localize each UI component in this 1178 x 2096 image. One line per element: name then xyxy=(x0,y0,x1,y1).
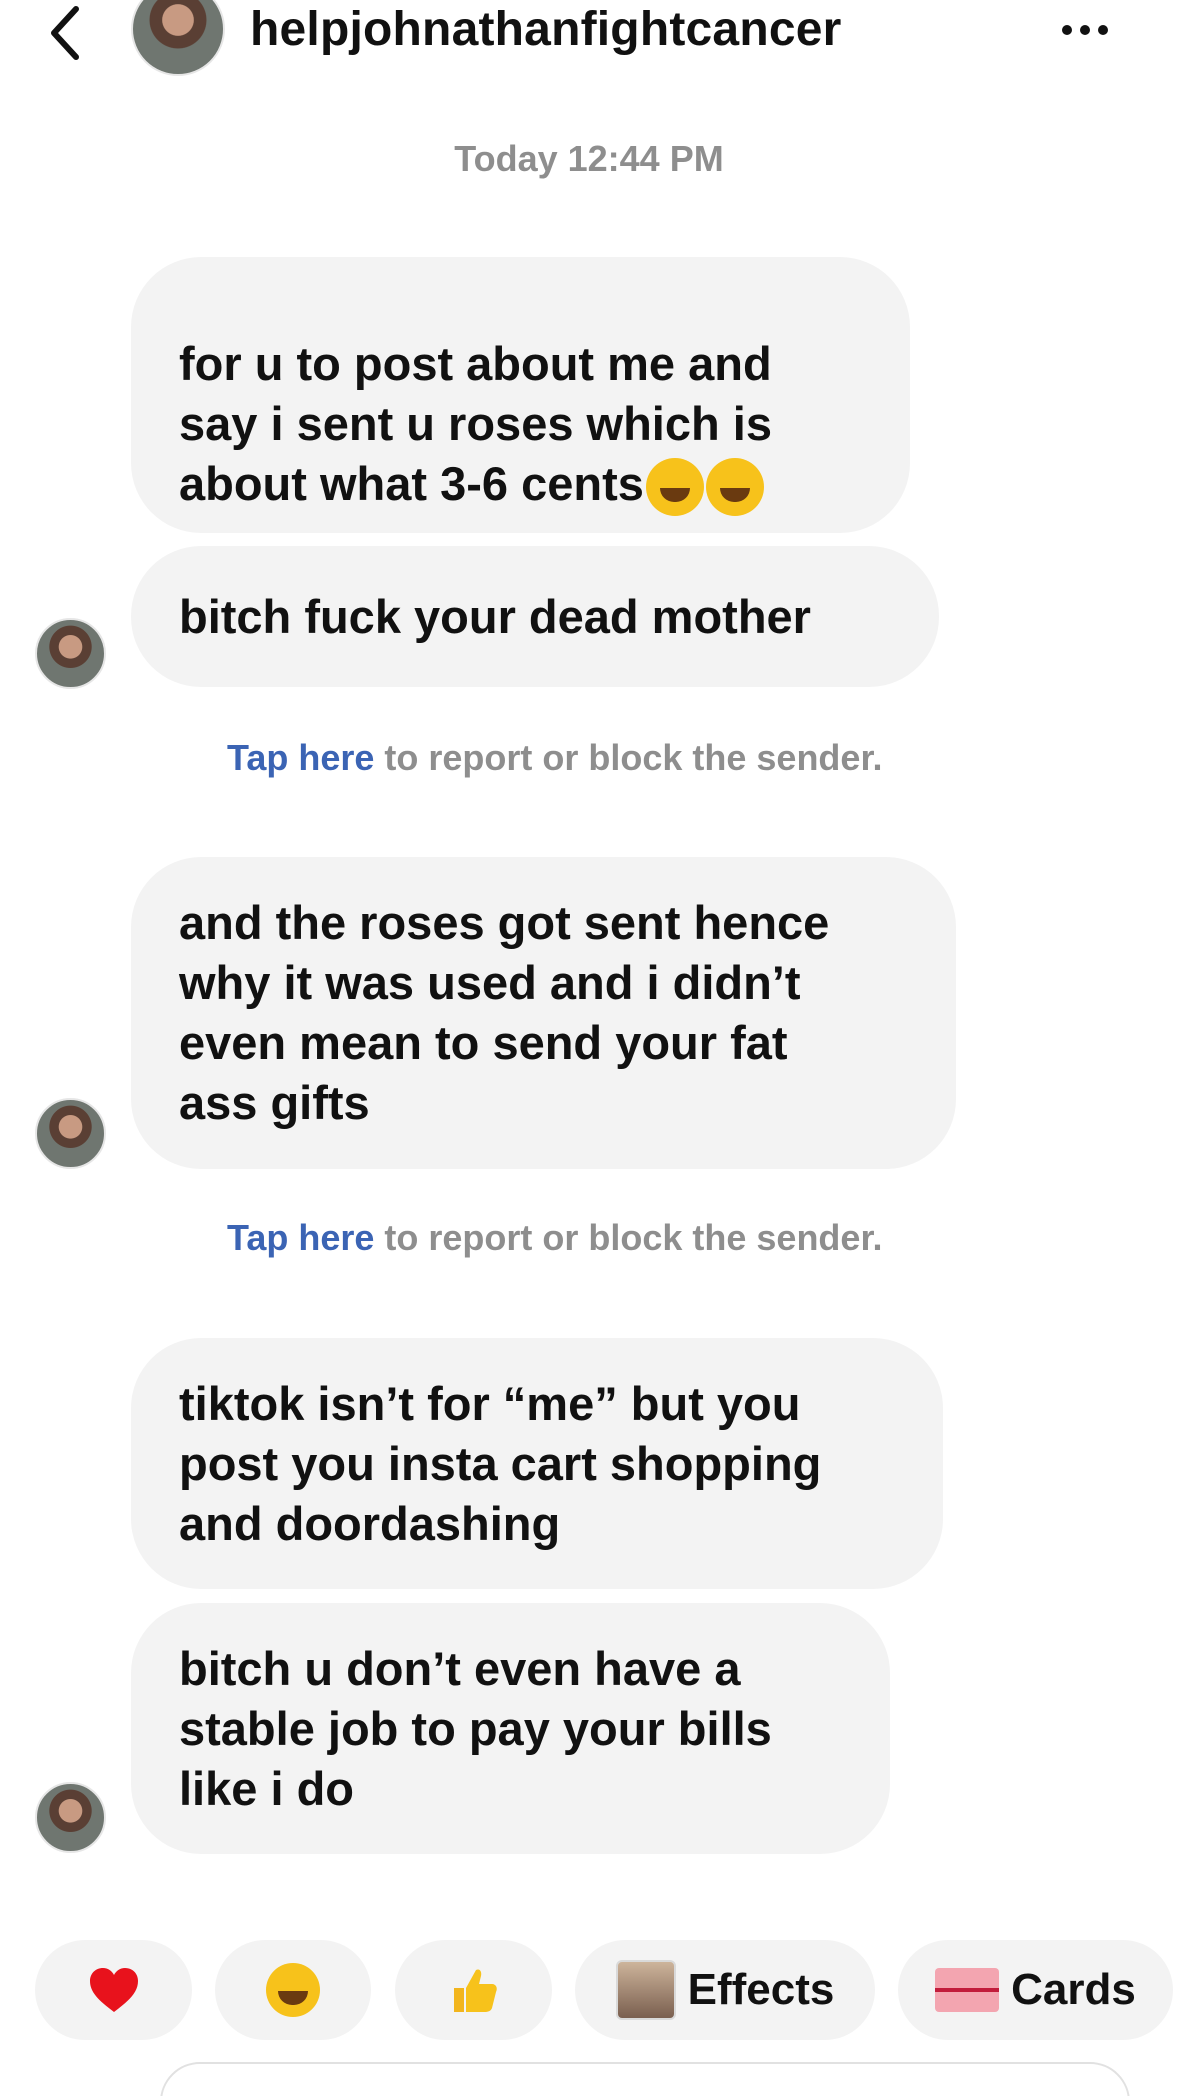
rofl-emoji-icon xyxy=(645,458,704,517)
heart-icon xyxy=(89,1968,138,2012)
gift-card-icon xyxy=(935,1968,1000,2012)
message-bubble[interactable]: bitch u don’t even have a stable job to … xyxy=(131,1603,890,1854)
message-bubble[interactable]: and the roses got sent hence why it was … xyxy=(131,857,956,1169)
report-text: to report or block the sender. xyxy=(374,737,883,778)
message-bubble[interactable]: tiktok isn’t for “me” but you post you i… xyxy=(131,1338,943,1589)
rofl-emoji-icon xyxy=(705,458,764,517)
report-text: to report or block the sender. xyxy=(374,1217,883,1258)
message-timestamp: Today 12:44 PM xyxy=(454,138,724,179)
effects-label: Effects xyxy=(687,1965,835,2014)
message-text: and the roses got sent hence why it was … xyxy=(179,896,830,1129)
message-text: bitch fuck your dead mother xyxy=(179,589,811,643)
report-link[interactable]: Tap here xyxy=(227,737,374,778)
sender-avatar[interactable] xyxy=(35,1782,106,1853)
laugh-reaction-button[interactable] xyxy=(215,1940,371,2040)
sender-avatar[interactable] xyxy=(35,1098,106,1169)
chat-header: helpjohnathanfightcancer xyxy=(0,0,1178,80)
header-avatar[interactable] xyxy=(131,0,225,76)
heart-reaction-button[interactable] xyxy=(35,1940,192,2040)
effects-button[interactable]: Effects xyxy=(575,1940,875,2040)
more-horizontal-icon xyxy=(1098,25,1108,35)
more-options-button[interactable] xyxy=(1050,10,1120,50)
laughing-face-icon xyxy=(266,1963,320,2017)
report-notice: Tap here to report or block the sender. xyxy=(227,1217,882,1259)
message-composer[interactable] xyxy=(160,2062,1130,2096)
message-bubble[interactable]: for u to post about me and say i sent u … xyxy=(131,257,910,533)
thumbs-up-reaction-button[interactable] xyxy=(395,1940,552,2040)
more-horizontal-icon xyxy=(1062,25,1072,35)
message-text: tiktok isn’t for “me” but you post you i… xyxy=(179,1376,822,1550)
quick-reaction-bar: Effects Cards xyxy=(0,1940,1178,2040)
message-text: for u to post about me and say i sent u … xyxy=(179,274,772,517)
cards-label: Cards xyxy=(1011,1965,1136,2014)
report-link[interactable]: Tap here xyxy=(227,1217,374,1258)
back-button[interactable] xyxy=(40,4,90,62)
cards-button[interactable]: Cards xyxy=(898,1940,1173,2040)
chat-title[interactable]: helpjohnathanfightcancer xyxy=(250,2,842,57)
message-bubble[interactable]: bitch fuck your dead mother xyxy=(131,546,939,687)
report-notice: Tap here to report or block the sender. xyxy=(227,737,882,779)
effects-preview-icon xyxy=(615,1960,676,2020)
thumbs-up-icon xyxy=(453,1969,497,2012)
chevron-left-icon xyxy=(51,6,79,60)
more-horizontal-icon xyxy=(1080,25,1090,35)
dm-thread-screen: helpjohnathanfightcancer Today 12:44 PM … xyxy=(0,0,1178,2096)
message-text: bitch u don’t even have a stable job to … xyxy=(179,1641,772,1815)
sender-avatar[interactable] xyxy=(35,618,106,689)
